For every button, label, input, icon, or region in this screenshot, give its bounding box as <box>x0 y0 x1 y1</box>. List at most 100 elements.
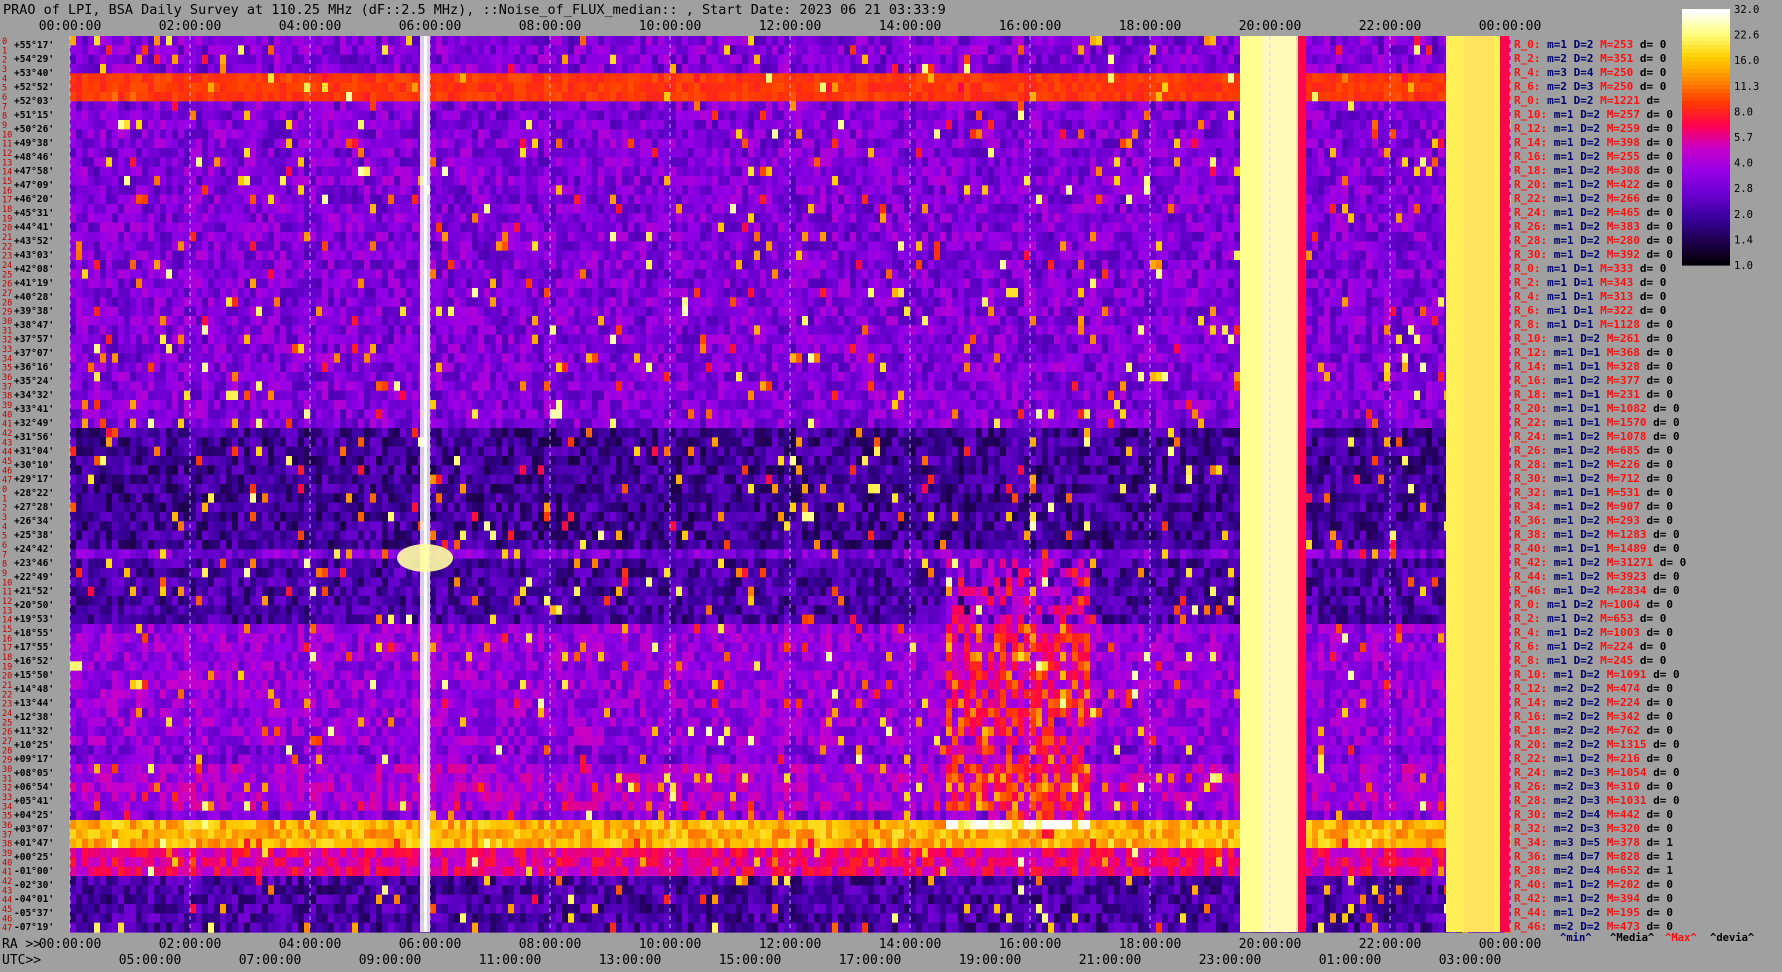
heatmap-cell <box>394 166 401 177</box>
heatmap-cell <box>1222 222 1229 233</box>
heatmap-cell <box>802 176 809 186</box>
heatmap-cell <box>550 110 557 121</box>
heatmap-cell <box>484 204 491 214</box>
heatmap-cell <box>628 222 635 233</box>
heatmap-cell <box>1120 204 1127 214</box>
heatmap-cell <box>1012 166 1019 177</box>
heatmap-cell <box>640 166 647 177</box>
heatmap-cell <box>328 213 335 224</box>
heatmap-cell <box>628 157 635 168</box>
heatmap-cell <box>154 194 161 205</box>
heatmap-cell <box>358 194 365 205</box>
heatmap-cell <box>178 166 185 177</box>
heatmap-cell <box>1198 176 1205 186</box>
heatmap-cell <box>1234 176 1241 186</box>
heatmap-cell <box>394 222 401 233</box>
heatmap-cell <box>1036 120 1043 130</box>
heatmap-cell <box>1168 129 1175 140</box>
heatmap-cell <box>1228 45 1235 56</box>
heatmap-cell <box>268 129 275 140</box>
heatmap-cell <box>382 204 389 214</box>
heatmap-cell <box>430 185 437 196</box>
heatmap-cell <box>148 110 155 121</box>
heatmap-cell <box>1204 120 1211 130</box>
heatmap-cell <box>952 166 959 177</box>
heatmap-cell <box>1036 176 1043 186</box>
heatmap-cell <box>1198 194 1205 205</box>
heatmap-cell <box>1366 110 1373 121</box>
heatmap-cell <box>394 176 401 186</box>
heatmap-cell <box>514 204 521 214</box>
heatmap-cell <box>214 82 221 93</box>
heatmap-cell <box>1426 36 1433 46</box>
heatmap-cell <box>388 176 395 186</box>
heatmap-cell <box>592 120 599 130</box>
heatmap-cell <box>754 204 761 214</box>
heatmap-cell <box>970 148 977 158</box>
heatmap-cell <box>1138 204 1145 214</box>
heatmap-cell <box>1378 92 1385 102</box>
heatmap-cell <box>610 101 617 112</box>
heatmap-cell <box>1192 64 1199 74</box>
heatmap-cell <box>1132 166 1139 177</box>
heatmap-cell <box>922 204 929 214</box>
heatmap-cell <box>940 92 947 102</box>
heatmap-cell <box>1102 194 1109 205</box>
heatmap-cell <box>922 92 929 102</box>
heatmap-cell <box>1138 138 1145 149</box>
heatmap-cell <box>1006 157 1013 168</box>
heatmap-cell <box>1438 54 1445 65</box>
heatmap-cell <box>1096 54 1103 65</box>
heatmap-cell <box>1096 120 1103 130</box>
heatmap-cell <box>610 148 617 158</box>
heatmap-cell <box>562 176 569 186</box>
heatmap-cell <box>268 157 275 168</box>
heatmap-cell <box>376 92 383 102</box>
heatmap-cell <box>538 45 545 56</box>
heatmap-cell <box>1204 82 1211 93</box>
heatmap-cell <box>946 129 953 140</box>
heatmap-cell <box>520 120 527 130</box>
heatmap-cell <box>442 148 449 158</box>
heatmap-cell <box>70 222 77 233</box>
heatmap-cell <box>1330 36 1337 46</box>
heatmap-cell <box>130 222 137 233</box>
heatmap-cell <box>112 45 119 56</box>
heatmap-cell <box>1006 36 1013 46</box>
heatmap-cell <box>1042 194 1049 205</box>
heatmap-cell <box>736 185 743 196</box>
heatmap-cell <box>274 36 281 46</box>
heatmap-cell <box>1198 166 1205 177</box>
heatmap-cell <box>1342 148 1349 158</box>
heatmap-cell <box>868 120 875 130</box>
heatmap-cell <box>1408 213 1415 224</box>
heatmap-cell <box>1048 176 1055 186</box>
heatmap-cell <box>970 213 977 224</box>
heatmap-cell <box>88 213 95 224</box>
heatmap-cell <box>328 54 335 65</box>
heatmap-cell <box>208 194 215 205</box>
heatmap-cell <box>718 110 725 121</box>
heatmap-cell <box>448 54 455 65</box>
heatmap-cell <box>682 64 689 74</box>
heatmap-cell <box>484 176 491 186</box>
heatmap-cell <box>556 148 563 158</box>
heatmap-cell <box>1030 82 1037 93</box>
heatmap-cell <box>724 176 731 186</box>
heatmap-cell <box>928 138 935 149</box>
heatmap-cell <box>532 45 539 56</box>
heatmap-cell <box>406 213 413 224</box>
heatmap-cell <box>1138 36 1145 46</box>
heatmap-cell <box>622 73 629 84</box>
heatmap-cell <box>1336 185 1343 196</box>
heatmap-cell <box>1084 36 1091 46</box>
heatmap-cell <box>1042 148 1049 158</box>
heatmap-cell <box>370 45 377 56</box>
heatmap-cell <box>706 148 713 158</box>
heatmap-cell <box>958 45 965 56</box>
heatmap-cell <box>742 166 749 177</box>
heatmap-cell <box>1180 204 1187 214</box>
heatmap-cell <box>1054 54 1061 65</box>
heatmap-cell <box>604 138 611 149</box>
heatmap-cell <box>502 92 509 102</box>
